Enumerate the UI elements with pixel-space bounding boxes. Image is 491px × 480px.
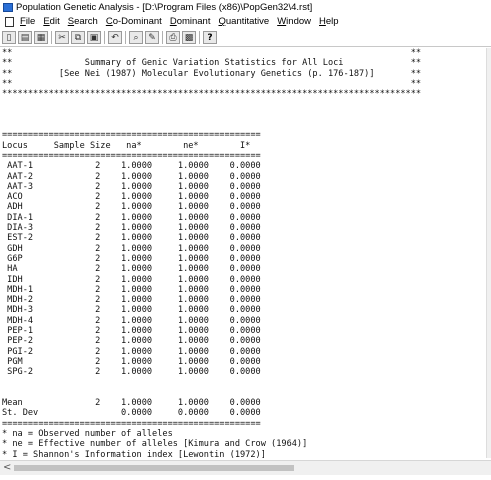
toolbar: ▯ ▤ ▦ ✂ ⧉ ▣ ↶ ⌕ ✎ ⎙ ▩? bbox=[0, 29, 491, 47]
report-line: PGM 2 1.0000 1.0000 0.0000 bbox=[2, 356, 261, 367]
open-file-icon[interactable]: ▤ bbox=[18, 31, 32, 44]
report-line: SPG-2 2 1.0000 1.0000 0.0000 bbox=[2, 367, 261, 378]
scroll-thumb[interactable] bbox=[14, 465, 294, 471]
report-line: ****************************************… bbox=[2, 89, 422, 100]
new-file-icon[interactable]: ▯ bbox=[2, 31, 16, 44]
copy-icon[interactable]: ⧉ bbox=[71, 31, 85, 44]
toolbar-separator bbox=[199, 31, 200, 44]
scroll-left-icon[interactable]: < bbox=[3, 462, 11, 473]
report-line: ========================================… bbox=[2, 130, 261, 141]
report-line: Locus Sample Size na* ne* I* bbox=[2, 140, 251, 151]
report-line: * ne = Effective number of alleles [Kimu… bbox=[2, 439, 308, 450]
report-line: DIA-3 2 1.0000 1.0000 0.0000 bbox=[2, 223, 261, 234]
print-icon[interactable]: ⎙ bbox=[166, 31, 180, 44]
report-line: PEP-1 2 1.0000 1.0000 0.0000 bbox=[2, 326, 261, 337]
report-line: MDH-3 2 1.0000 1.0000 0.0000 bbox=[2, 305, 261, 316]
report-line: AAT-3 2 1.0000 1.0000 0.0000 bbox=[2, 181, 261, 192]
report-line: G6P 2 1.0000 1.0000 0.0000 bbox=[2, 253, 261, 264]
report-line: ========================================… bbox=[2, 418, 261, 429]
window-title: Population Genetic Analysis - [D:\Progra… bbox=[16, 1, 313, 13]
report-line bbox=[2, 120, 486, 130]
toolbar-separator bbox=[125, 31, 126, 44]
report-line: ========================================… bbox=[2, 150, 261, 161]
document-icon[interactable] bbox=[5, 16, 14, 27]
report-line: ** ** bbox=[2, 48, 422, 58]
paste-icon[interactable]: ▣ bbox=[87, 31, 101, 44]
report-line: PGI-2 2 1.0000 1.0000 0.0000 bbox=[2, 346, 261, 357]
report-line bbox=[2, 110, 486, 120]
report-line: * I = Shannon's Information index [Lewon… bbox=[2, 449, 266, 458]
app-icon bbox=[3, 2, 13, 12]
menu-window[interactable]: Window bbox=[277, 16, 311, 27]
report-line: AAT-1 2 1.0000 1.0000 0.0000 bbox=[2, 161, 261, 172]
report-line: DIA-1 2 1.0000 1.0000 0.0000 bbox=[2, 212, 261, 223]
report-line: AAT-2 2 1.0000 1.0000 0.0000 bbox=[2, 171, 261, 182]
title-bar: Population Genetic Analysis - [D:\Progra… bbox=[0, 0, 491, 14]
report-line: ** Summary of Genic Variation Statistics… bbox=[2, 58, 422, 69]
report-line: GDH 2 1.0000 1.0000 0.0000 bbox=[2, 243, 261, 254]
report-line: IDH 2 1.0000 1.0000 0.0000 bbox=[2, 274, 261, 285]
search-icon[interactable]: ⌕ bbox=[129, 31, 143, 44]
edit-icon[interactable]: ✎ bbox=[145, 31, 159, 44]
report-line bbox=[2, 99, 486, 109]
report-line: MDH-4 2 1.0000 1.0000 0.0000 bbox=[2, 315, 261, 326]
print-preview-icon[interactable]: ▩ bbox=[182, 31, 196, 44]
report-line: EST-2 2 1.0000 1.0000 0.0000 bbox=[2, 233, 261, 244]
report-line: ADH 2 1.0000 1.0000 0.0000 bbox=[2, 202, 261, 213]
menu-edit[interactable]: Edit bbox=[43, 16, 59, 27]
toolbar-separator bbox=[162, 31, 163, 44]
report-line: Mean 2 1.0000 1.0000 0.0000 bbox=[2, 398, 261, 409]
report-line: * na = Observed number of alleles bbox=[2, 428, 173, 439]
save-icon[interactable]: ▦ bbox=[34, 31, 48, 44]
menu-search[interactable]: Search bbox=[68, 16, 98, 27]
report-line: MDH-2 2 1.0000 1.0000 0.0000 bbox=[2, 295, 261, 306]
report-line bbox=[2, 388, 486, 398]
menu-quantitative[interactable]: Quantitative bbox=[219, 16, 270, 27]
report-line bbox=[2, 378, 486, 388]
menu-co-dominant[interactable]: Co-Dominant bbox=[106, 16, 162, 27]
menu-dominant[interactable]: Dominant bbox=[170, 16, 211, 27]
vertical-scrollbar[interactable] bbox=[486, 48, 491, 458]
help-icon[interactable]: ? bbox=[203, 31, 217, 44]
menu-help[interactable]: Help bbox=[319, 16, 339, 27]
report-line: PEP-2 2 1.0000 1.0000 0.0000 bbox=[2, 336, 261, 347]
menu-bar: File Edit Search Co-Dominant Dominant Quantit… bbox=[0, 14, 491, 29]
toolbar-separator bbox=[51, 31, 52, 44]
report-text-area[interactable]: ** ** ** Summary of Genic Variation Stati… bbox=[0, 48, 486, 458]
toolbar-separator bbox=[104, 31, 105, 44]
cut-icon[interactable]: ✂ bbox=[55, 31, 69, 44]
report-line: ACO 2 1.0000 1.0000 0.0000 bbox=[2, 192, 261, 203]
report-line: HA 2 1.0000 1.0000 0.0000 bbox=[2, 264, 261, 275]
report-line: ** ** bbox=[2, 78, 422, 89]
horizontal-scrollbar[interactable]: < bbox=[0, 460, 491, 475]
report-line: MDH-1 2 1.0000 1.0000 0.0000 bbox=[2, 284, 261, 295]
menu-file[interactable]: File bbox=[20, 16, 35, 27]
undo-icon[interactable]: ↶ bbox=[108, 31, 122, 44]
report-line: St. Dev 0.0000 0.0000 0.0000 bbox=[2, 408, 261, 419]
report-line: ** [See Nei (1987) Molecular Evolutionar… bbox=[2, 68, 422, 79]
